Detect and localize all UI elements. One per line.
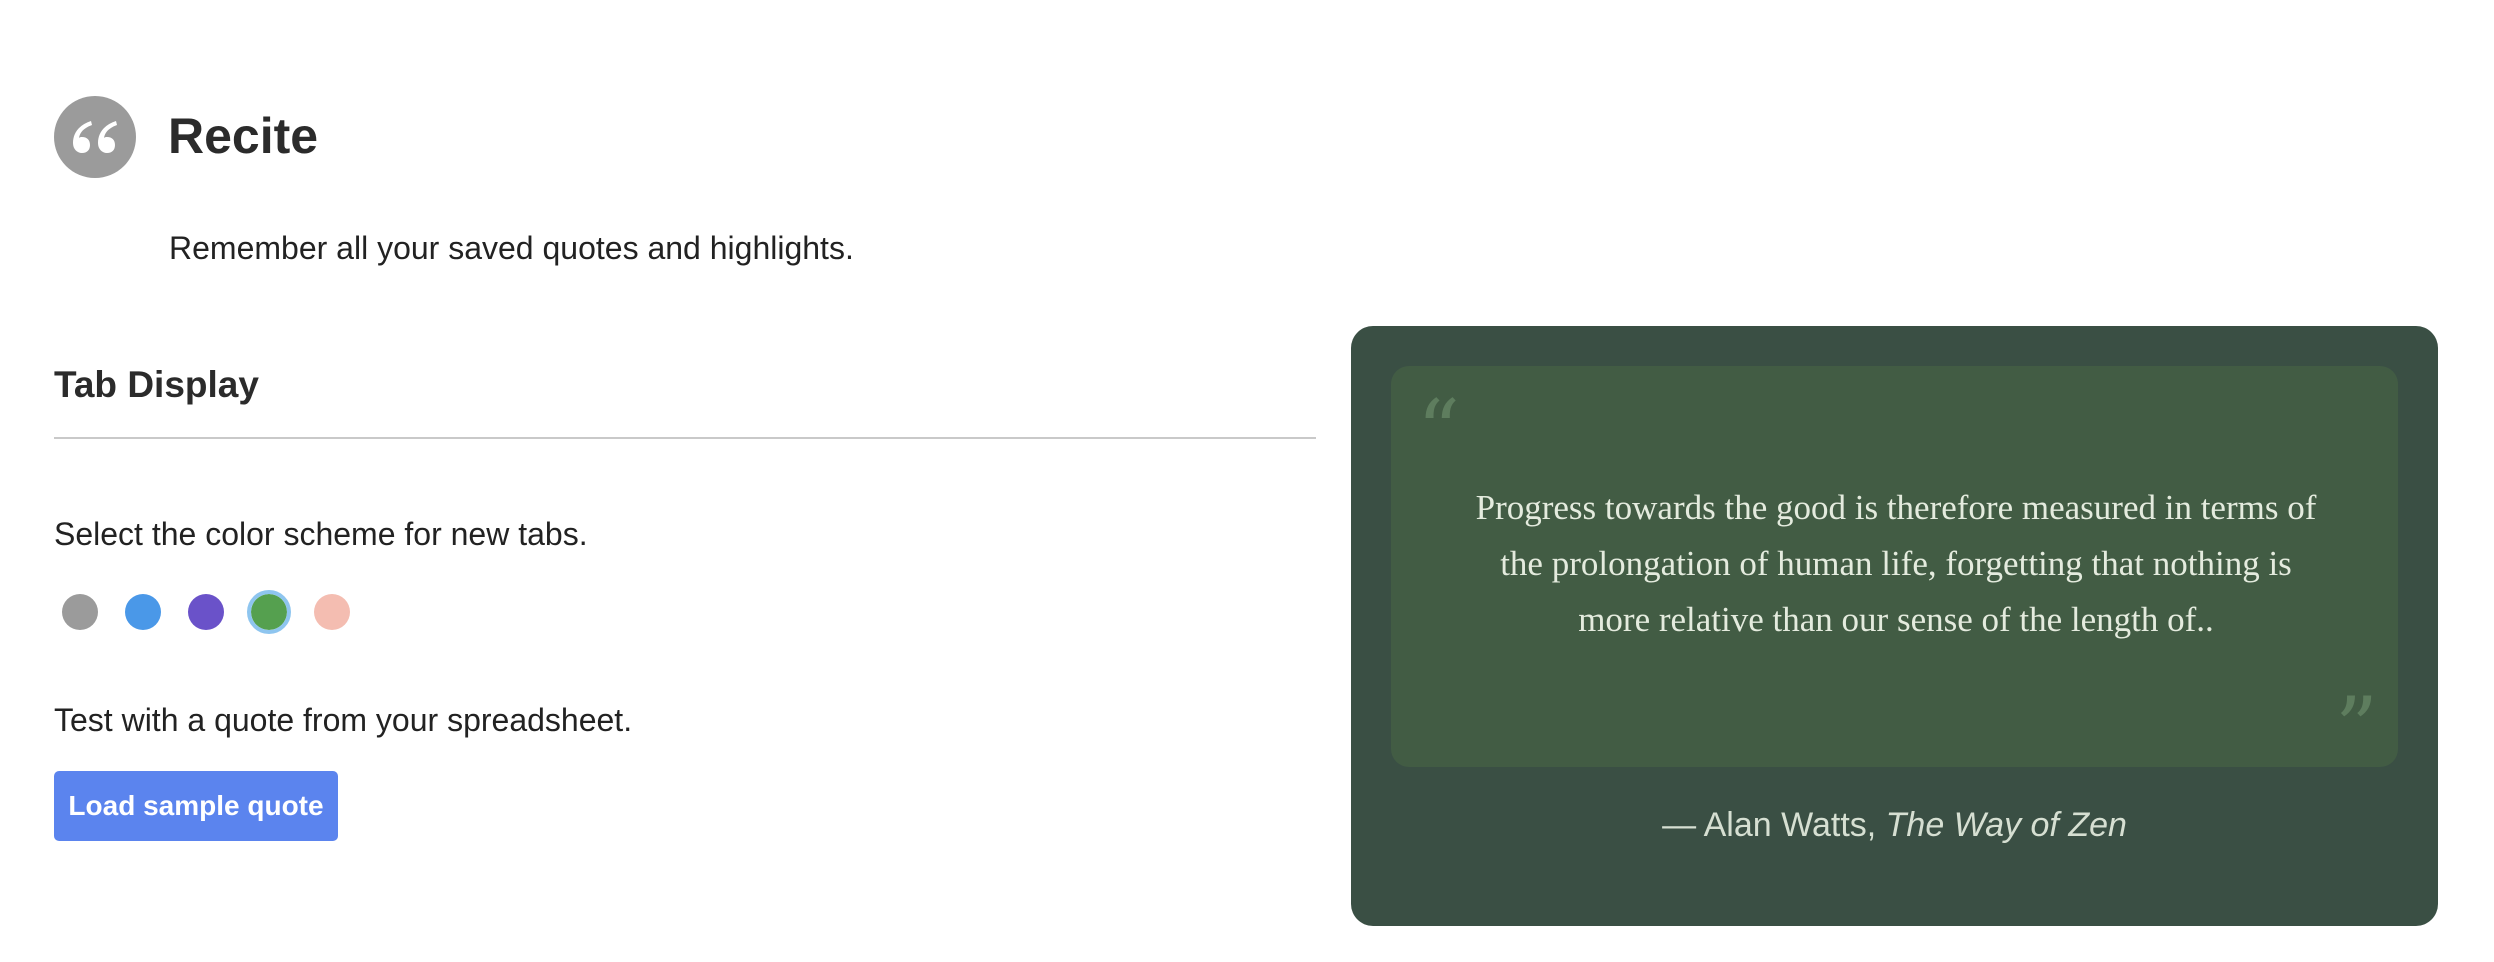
quote-attribution: — Alan Watts, The Way of Zen xyxy=(1351,804,2438,846)
quote-author: — Alan Watts, xyxy=(1662,806,1886,844)
color-swatch-purple[interactable] xyxy=(184,590,228,634)
load-sample-quote-button[interactable]: Load sample quote xyxy=(54,771,338,841)
quote-marks-icon xyxy=(73,121,117,153)
quote-book-title: The Way of Zen xyxy=(1885,806,2127,844)
quote-text: Progress towards the good is therefore m… xyxy=(1475,488,2317,639)
section-title-tab-display: Tab Display xyxy=(54,364,259,405)
close-quote-icon: ” xyxy=(2335,679,2378,777)
app-subtitle: Remember all your saved quotes and highl… xyxy=(169,230,854,266)
quote-preview-card: “ Progress towards the good is therefore… xyxy=(1351,326,2438,926)
color-swatch-green[interactable] xyxy=(247,590,291,634)
app-title: Recite xyxy=(168,108,319,164)
color-scheme-label: Select the color scheme for new tabs. xyxy=(54,516,588,552)
app-logo xyxy=(54,96,136,178)
section-divider xyxy=(54,437,1316,439)
color-swatch-gray[interactable] xyxy=(58,590,102,634)
test-quote-label: Test with a quote from your spreadsheet. xyxy=(54,702,633,738)
open-quote-icon: “ xyxy=(1417,382,1460,480)
color-scheme-picker xyxy=(58,588,373,636)
quote-box: “ Progress towards the good is therefore… xyxy=(1391,366,2398,773)
color-swatch-blue[interactable] xyxy=(121,590,165,634)
color-swatch-pink[interactable] xyxy=(310,590,354,634)
